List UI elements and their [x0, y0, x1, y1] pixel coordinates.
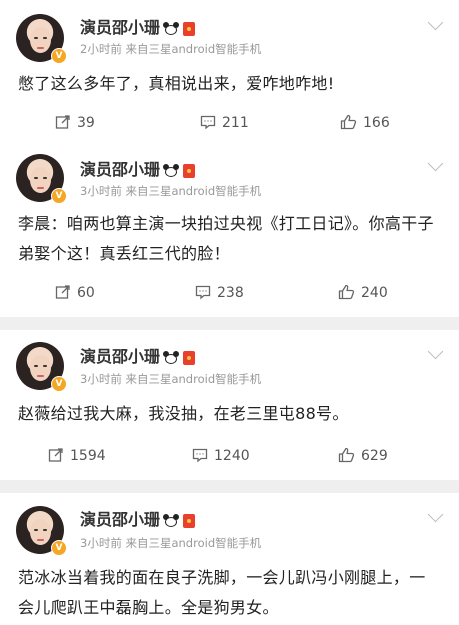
comment-icon [200, 115, 216, 130]
post-meta: 2小时前 来自三星android智能手机 [80, 42, 262, 56]
panda-emoji-icon [163, 22, 180, 35]
author-name[interactable]: 演员邵小珊 [80, 14, 196, 38]
repost-icon [55, 285, 70, 299]
red-envelope-icon [183, 513, 196, 528]
like-button[interactable]: 629 [338, 447, 388, 464]
red-envelope-icon [183, 163, 196, 178]
panda-emoji-icon [163, 164, 180, 177]
post-meta: 3小时前 来自三星android智能手机 [80, 184, 262, 198]
post-content[interactable]: 范冰冰当着我的面在良子洗脚，一会儿趴冯小刚腿上，一会儿爬趴王中磊胸上。全是狗男女… [18, 563, 441, 623]
action-bar: 39 211 166 [0, 114, 459, 134]
post-separator [0, 480, 459, 493]
repost-button[interactable]: 60 [55, 284, 95, 301]
panda-emoji-icon [163, 351, 180, 364]
chevron-down-icon[interactable] [427, 343, 444, 360]
repost-button[interactable]: 39 [55, 114, 95, 131]
author-name[interactable]: 演员邵小珊 [80, 506, 196, 530]
comment-icon [195, 285, 211, 300]
post-4: V 演员邵小珊 3小时前 来自三星android智能手机 范冰冰当着我的面在良子… [0, 493, 459, 625]
post-meta: 3小时前 来自三星android智能手机 [80, 372, 262, 386]
verified-badge-icon: V [51, 540, 67, 556]
post-3: V 演员邵小珊 3小时前 来自三星android智能手机 赵薇给过我大麻，我没抽… [0, 330, 459, 480]
chevron-down-icon[interactable] [427, 14, 444, 31]
like-button[interactable]: 240 [338, 284, 388, 301]
like-button[interactable]: 166 [340, 114, 390, 131]
chevron-down-icon[interactable] [427, 506, 444, 523]
post-content[interactable]: 赵薇给过我大麻，我没抽，在老三里屯88号。 [18, 400, 441, 427]
comment-button[interactable]: 238 [195, 284, 244, 301]
post-2: V 演员邵小珊 3小时前 来自三星android智能手机 李晨：咱两也算主演一块… [0, 145, 459, 317]
comment-button[interactable]: 211 [200, 114, 249, 131]
author-name[interactable]: 演员邵小珊 [80, 343, 196, 367]
red-envelope-icon [183, 350, 196, 365]
repost-button[interactable]: 1594 [48, 447, 106, 464]
red-envelope-icon [183, 21, 196, 36]
thumbs-up-icon [338, 447, 355, 463]
verified-badge-icon: V [51, 48, 67, 64]
action-bar: 60 238 240 [0, 284, 459, 304]
post-separator [0, 317, 459, 330]
comment-button[interactable]: 1240 [192, 447, 250, 464]
verified-badge-icon: V [51, 188, 67, 204]
comment-icon [192, 448, 208, 463]
chevron-down-icon[interactable] [427, 155, 444, 172]
post-content[interactable]: 憋了这么多年了，真相说出来，爱咋地咋地! [18, 70, 441, 97]
post-meta: 3小时前 来自三星android智能手机 [80, 536, 262, 550]
author-name[interactable]: 演员邵小珊 [80, 156, 196, 180]
panda-emoji-icon [163, 514, 180, 527]
repost-icon [48, 448, 63, 462]
post-1: V 演员邵小珊 2小时前 来自三星android智能手机 憋了这么多年了，真相说… [0, 0, 459, 145]
thumbs-up-icon [338, 284, 355, 300]
action-bar: 1594 1240 629 [0, 447, 459, 467]
thumbs-up-icon [340, 114, 357, 130]
verified-badge-icon: V [51, 376, 67, 392]
post-content[interactable]: 李晨：咱两也算主演一块拍过央视《打工日记》。你高干子弟娶个这！真丢红三代的脸！ [18, 209, 441, 269]
repost-icon [55, 115, 70, 129]
